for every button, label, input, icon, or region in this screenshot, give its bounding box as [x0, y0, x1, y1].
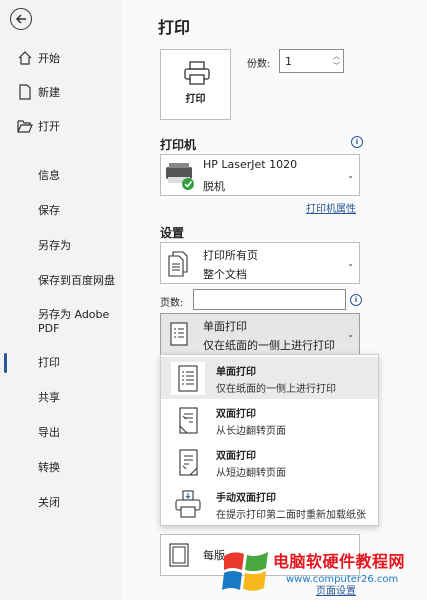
- page-title: 打印: [158, 18, 191, 37]
- option-desc: 从长边翻转页面: [216, 426, 286, 437]
- nav-open[interactable]: 打开: [0, 111, 122, 141]
- nav-new[interactable]: 新建: [0, 77, 122, 107]
- option-title: 手动双面打印: [216, 493, 276, 504]
- backstage-sidebar: 开始 新建 打开 信息 保存 另存为 保存到百度网盘 另存为 Adobe PDF…: [0, 0, 122, 600]
- nav-save-baidu[interactable]: 保存到百度网盘: [0, 265, 122, 295]
- windows-logo-watermark: [222, 552, 268, 591]
- nav-info-label: 信息: [38, 169, 60, 182]
- printer-status-icon: [166, 163, 194, 190]
- copies-label: 份数:: [247, 59, 271, 70]
- option-title: 单面打印: [216, 367, 256, 378]
- print-range-desc: 整个文档: [203, 268, 247, 281]
- option-desc: 从短边翻转页面: [216, 468, 286, 479]
- option-title: 双面打印: [216, 451, 256, 462]
- chevron-down-icon: ⌄: [347, 259, 354, 268]
- nav-export-label: 导出: [38, 426, 60, 439]
- option-desc: 在提示打印第二面时重新加载纸张: [216, 510, 366, 521]
- home-icon: [18, 51, 32, 65]
- pages-input[interactable]: [193, 289, 346, 310]
- printer-properties-link[interactable]: 打印机属性: [306, 200, 356, 215]
- option-single-sided[interactable]: 单面打印 仅在纸面的一侧上进行打印: [161, 357, 378, 399]
- flip-short-edge-icon: [171, 446, 205, 479]
- print-button-label: 打印: [185, 94, 206, 105]
- nav-close[interactable]: 关闭: [0, 487, 122, 517]
- nav-convert[interactable]: 转换: [0, 452, 122, 482]
- option-duplex-short-edge[interactable]: 双面打印 从短边翻转页面: [161, 441, 378, 483]
- single-sided-icon: [171, 362, 205, 395]
- nav-save[interactable]: 保存: [0, 195, 122, 225]
- nav-close-label: 关闭: [38, 496, 60, 509]
- duplex-dropdown[interactable]: 单面打印 仅在纸面的一侧上进行打印 ⌄: [160, 313, 360, 355]
- pages-label: 页数:: [160, 298, 184, 309]
- copies-stepper[interactable]: 1 ︿ ﹀: [279, 49, 344, 73]
- copies-value: 1: [285, 55, 292, 68]
- watermark-url: www.computer26.com: [286, 574, 399, 585]
- print-range-label: 打印所有页: [203, 249, 258, 262]
- nav-share-label: 共享: [38, 391, 60, 404]
- pages-icon: [168, 251, 188, 277]
- option-title: 双面打印: [216, 409, 256, 420]
- chevron-down-icon: ⌄: [347, 171, 354, 180]
- printer-name: HP LaserJet 1020: [203, 158, 298, 171]
- flip-long-edge-icon: [171, 404, 205, 437]
- print-range-dropdown[interactable]: 打印所有页 整个文档 ⌄: [160, 242, 360, 284]
- nav-home-label: 开始: [38, 52, 60, 65]
- settings-section-title: 设置: [160, 226, 185, 240]
- nav-save-as-pdf-label: 另存为 Adobe PDF: [38, 308, 110, 335]
- nav-new-label: 新建: [38, 86, 60, 99]
- printer-dropdown[interactable]: HP LaserJet 1020 脱机 ⌄: [160, 154, 360, 196]
- duplex-options-menu: 单面打印 仅在纸面的一侧上进行打印 双面打印 从长边翻转页面 双面打印 从短边翻…: [160, 354, 379, 526]
- nav-save-as[interactable]: 另存为: [0, 230, 122, 260]
- nav-print-label: 打印: [38, 356, 60, 369]
- duplex-label: 单面打印: [203, 320, 247, 333]
- nav-save-as-pdf[interactable]: 另存为 Adobe PDF: [0, 305, 122, 339]
- watermark-text: 电脑软硬件教程网: [273, 552, 406, 571]
- single-sided-icon: [170, 322, 188, 346]
- pages-info-icon[interactable]: i: [350, 294, 362, 306]
- nav-save-baidu-label: 保存到百度网盘: [38, 274, 115, 287]
- spin-arrows-icon[interactable]: ︿ ﹀: [333, 51, 340, 71]
- chevron-down-icon: ⌄: [347, 330, 354, 339]
- nav-share[interactable]: 共享: [0, 382, 122, 412]
- printer-icon: [184, 61, 210, 85]
- nav-convert-label: 转换: [38, 461, 60, 474]
- option-manual-duplex[interactable]: 手动双面打印 在提示打印第二面时重新加载纸张: [161, 483, 378, 525]
- nav-print[interactable]: 打印: [0, 347, 122, 377]
- new-doc-icon: [19, 84, 31, 100]
- printer-info-icon[interactable]: i: [351, 136, 363, 148]
- option-desc: 仅在纸面的一侧上进行打印: [216, 384, 336, 395]
- pages-per-sheet-icon: [169, 543, 189, 567]
- folder-open-icon: [17, 120, 33, 133]
- printer-status: 脱机: [203, 180, 225, 193]
- option-duplex-long-edge[interactable]: 双面打印 从长边翻转页面: [161, 399, 378, 441]
- print-button[interactable]: 打印: [160, 49, 231, 120]
- nav-save-as-label: 另存为: [38, 239, 71, 252]
- nav-home[interactable]: 开始: [0, 43, 122, 73]
- nav-open-label: 打开: [38, 120, 60, 133]
- back-arrow-icon[interactable]: [10, 8, 32, 30]
- nav-export[interactable]: 导出: [0, 417, 122, 447]
- nav-info[interactable]: 信息: [0, 160, 122, 190]
- nav-save-label: 保存: [38, 204, 60, 217]
- manual-duplex-printer-icon: [171, 488, 205, 521]
- duplex-desc: 仅在纸面的一侧上进行打印: [203, 339, 335, 352]
- printer-section-title: 打印机: [160, 138, 197, 152]
